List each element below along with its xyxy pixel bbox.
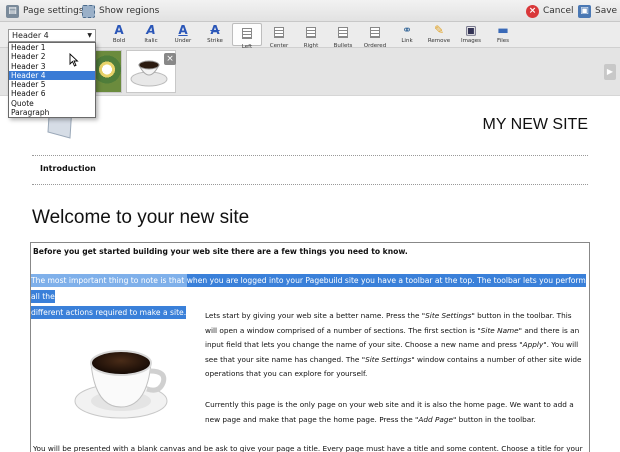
folder-icon: ▬ [497, 23, 509, 37]
link-icon: ⚭ [401, 23, 413, 37]
cancel-label: Cancel [543, 6, 574, 16]
show-regions-label: Show regions [99, 6, 160, 16]
intro-text[interactable]: Before you get started building your web… [33, 247, 408, 256]
save-icon: ▣ [578, 4, 591, 18]
flower-thumbnail[interactable] [92, 50, 122, 93]
page-heading[interactable]: Welcome to your new site [32, 207, 249, 229]
italic-label: Italic [144, 38, 158, 44]
paragraph-1-emphasis-2: Site Name [480, 325, 519, 335]
align-center-icon [274, 27, 284, 38]
underline-icon: A [178, 23, 188, 37]
selected-text-part-3: different actions required to make a sit… [31, 306, 187, 319]
coffee-cup-thumbnail[interactable]: × [126, 50, 176, 93]
remove-thumbnail-button[interactable]: × [164, 53, 176, 65]
page-settings-button[interactable]: ▤ Page settings [6, 3, 84, 19]
ordered-button[interactable]: Ordered [360, 23, 390, 49]
site-navigation: Introduction [32, 155, 588, 185]
option-header-6[interactable]: Header 6 [9, 89, 95, 98]
images-icon: ▣ [465, 23, 477, 37]
remove-format-button[interactable]: ✎ Remove [424, 23, 454, 46]
align-center-button[interactable]: Center [264, 23, 294, 49]
show-regions-button[interactable]: Show regions [82, 3, 159, 19]
files-label: Files [496, 38, 510, 44]
save-label: Save [595, 6, 618, 16]
save-button[interactable]: ▣ Save [578, 3, 617, 19]
nav-item-introduction[interactable]: Introduction [40, 164, 96, 173]
align-left-button[interactable]: Left [232, 23, 262, 50]
site-title: MY NEW SITE [482, 116, 589, 133]
paragraph-1-text-a: Lets start by giving your web site a bet… [205, 311, 426, 320]
images-label: Images [460, 38, 482, 44]
strike-button[interactable]: A Strike [200, 23, 230, 46]
top-bar: ▤ Page settings Show regions × Cancel ▣ … [0, 0, 620, 22]
align-left-icon [242, 28, 252, 39]
bullets-icon [338, 27, 348, 38]
block-format-dropdown: Header 1 Header 2 Header 3 Header 4 Head… [8, 42, 96, 119]
strike-label: Strike [207, 38, 223, 44]
underline-button[interactable]: A Under [168, 23, 198, 46]
cancel-button[interactable]: × Cancel [526, 3, 574, 19]
option-header-5[interactable]: Header 5 [9, 80, 95, 89]
link-label: Link [401, 38, 413, 44]
strip-next-arrow-icon[interactable]: ▶ [604, 64, 616, 80]
dropdown-arrow-icon: ▼ [87, 32, 92, 39]
option-header-2[interactable]: Header 2 [9, 52, 95, 61]
mouse-cursor-icon [69, 53, 79, 67]
selected-text-part-1: The most important thing to note is that [31, 274, 187, 287]
paragraph-add-page[interactable]: Currently this page is the only page on … [205, 398, 585, 427]
editable-content-region[interactable]: Before you get started building your web… [30, 242, 590, 452]
paragraph-2-text-b: " button in the toolbar. [452, 414, 536, 424]
italic-icon: A [146, 23, 156, 37]
remove-label: Remove [427, 38, 451, 44]
align-right-icon [306, 27, 316, 38]
underline-label: Under [174, 38, 192, 44]
broom-icon: ✎ [433, 23, 445, 37]
bullets-button[interactable]: Bullets [328, 23, 358, 49]
paragraph-blank-canvas[interactable]: You will be presented with a blank canva… [33, 444, 583, 452]
option-header-3[interactable]: Header 3 [9, 62, 95, 71]
paragraph-1-emphasis-4: Site Settings [365, 354, 412, 364]
bold-button[interactable]: A Bold [104, 23, 134, 46]
strike-icon: A [210, 23, 220, 37]
block-format-select[interactable]: Header 4 ▼ [8, 29, 96, 42]
files-button[interactable]: ▬ Files [488, 23, 518, 46]
page-settings-label: Page settings [23, 6, 84, 16]
option-quote[interactable]: Quote [9, 99, 95, 108]
page-settings-icon: ▤ [6, 4, 19, 18]
coffee-cup-image[interactable] [69, 323, 173, 427]
paragraph-1-emphasis-1: Site Settings [425, 311, 472, 320]
italic-button[interactable]: A Italic [136, 23, 166, 46]
align-right-button[interactable]: Right [296, 23, 326, 49]
paragraph-2-emphasis: Add Page [418, 414, 453, 424]
images-button[interactable]: ▣ Images [456, 23, 486, 46]
block-format-value: Header 4 [12, 31, 49, 40]
link-button[interactable]: ⚭ Link [392, 23, 422, 46]
ordered-list-icon [370, 27, 380, 38]
option-paragraph[interactable]: Paragraph [9, 108, 95, 117]
show-regions-icon [82, 4, 95, 18]
cancel-icon: × [526, 4, 539, 18]
paragraph-1-emphasis-3: Apply [522, 340, 544, 350]
bold-label: Bold [112, 38, 126, 44]
option-header-1[interactable]: Header 1 [9, 43, 95, 52]
option-header-4[interactable]: Header 4 [9, 70, 95, 81]
paragraph-site-settings[interactable]: Lets start by giving your web site a bet… [205, 309, 585, 382]
bold-icon: A [114, 23, 124, 37]
